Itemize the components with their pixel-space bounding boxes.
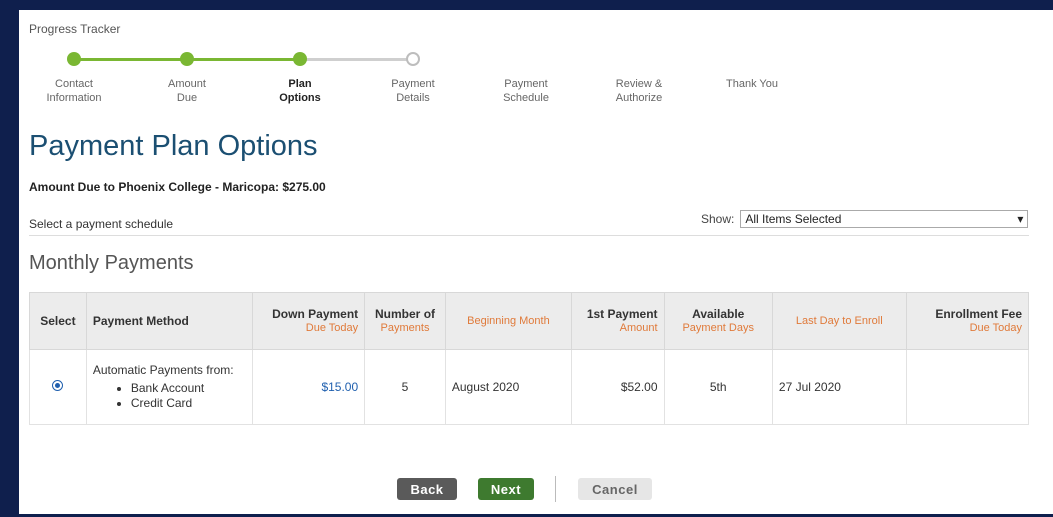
header-select: Select [29,292,87,350]
progress-line-pending [299,58,409,61]
window-frame [0,0,560,10]
show-select-value: All Items Selected [745,212,842,226]
list-item: Bank Account [131,381,246,396]
step-payment-schedule: Payment Schedule [503,78,549,104]
next-button[interactable]: Next [478,478,534,500]
dropdown-arrow-icon: ▾ [1017,212,1024,226]
header-payment-method: Payment Method [85,292,253,350]
show-select[interactable]: All Items Selected ▾ [740,210,1029,228]
header-down-payment: Down Payment Due Today [251,292,366,350]
select-cell [29,349,87,425]
down-payment-cell: $15.00 [251,349,366,425]
payment-plan-page: Progress Tracker Contact Information Amo… [19,10,1053,514]
show-filter: Show: All Items Selected ▾ [701,210,1029,228]
button-separator [555,476,556,502]
step-payment-details: Payment Details [391,78,435,104]
available-days-cell: 5th [663,349,773,425]
step-amount-due: Amount Due [168,78,206,104]
step-contact-information: Contact Information [46,78,102,104]
payment-method-cell: Automatic Payments from: Bank Account Cr… [85,349,253,425]
step-dot-plan [293,52,307,66]
header-number-of-payments: Number of Payments [364,292,446,350]
header-beginning-month: Beginning Month [444,292,572,350]
monthly-payments-title: Monthly Payments [29,252,194,274]
last-day-cell: 27 Jul 2020 [771,349,907,425]
number-of-payments-cell: 5 [364,349,446,425]
progress-tracker: Contact Information Amount Due Plan Opti… [29,50,809,120]
cancel-button[interactable]: Cancel [578,478,652,500]
header-first-payment: 1st Payment Amount [570,292,665,350]
method-list: Bank Account Credit Card [93,381,246,411]
progress-tracker-title: Progress Tracker [29,22,121,36]
enrollment-fee-cell [905,349,1030,425]
step-dot-amount [180,52,194,66]
first-payment-cell: $52.00 [570,349,665,425]
header-enrollment-fee: Enrollment Fee Due Today [905,292,1030,350]
beginning-month-cell: August 2020 [444,349,572,425]
step-dot-payment-details [406,52,420,66]
page-title: Payment Plan Options [29,130,318,162]
amount-due-text: Amount Due to Phoenix College - Maricopa… [29,180,326,194]
plan-radio-button[interactable] [52,380,64,391]
list-item: Credit Card [131,396,246,411]
step-thank-you: Thank You [726,78,778,90]
header-available-days: Available Payment Days [663,292,773,350]
step-dot-contact [67,52,81,66]
step-plan-options: Plan Options [279,78,321,104]
section-divider [29,235,1029,236]
select-schedule-label: Select a payment schedule [29,217,174,231]
back-button[interactable]: Back [397,478,457,500]
table-header-row: Select Payment Method Down Payment Due T… [29,292,1030,350]
table-row: Automatic Payments from: Bank Account Cr… [29,349,1030,425]
show-label: Show: [701,212,735,226]
header-last-day-to-enroll: Last Day to Enroll [771,292,907,350]
step-review-authorize: Review & Authorize [615,78,663,104]
payment-plans-table: Select Payment Method Down Payment Due T… [29,292,1030,425]
method-title: Automatic Payments from: [92,363,234,377]
